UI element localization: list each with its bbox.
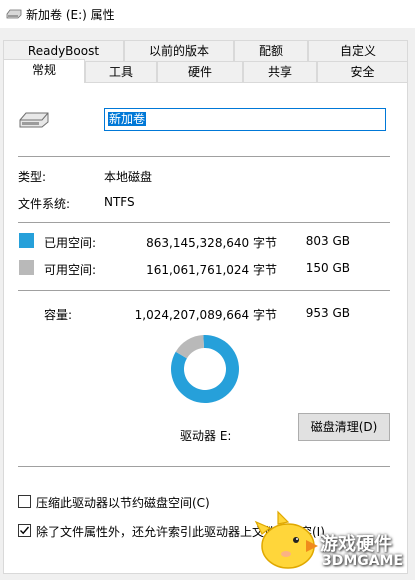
free-space-swatch (19, 260, 34, 275)
type-label: 类型: (18, 170, 47, 184)
drive-icon (18, 108, 50, 135)
index-checkbox[interactable] (18, 524, 31, 537)
capacity-bytes: 1,024,207,089,664 字节 (134, 308, 277, 322)
tab-row-back: ReadyBoost 以前的版本 配额 自定义 (0, 40, 415, 61)
drive-title-icon (6, 8, 22, 23)
separator (18, 466, 390, 467)
volume-name-text: 新加卷 (108, 112, 147, 126)
free-space-label: 可用空间: (44, 263, 97, 277)
separator (18, 290, 390, 291)
free-space-bytes: 161,061,761,024 字节 (146, 263, 277, 277)
filesystem-value: NTFS (104, 195, 135, 209)
disk-cleanup-button[interactable]: 磁盘清理(D) (298, 413, 390, 441)
title-bar: 新加卷 (E:) 属性 (0, 0, 415, 28)
volume-name-input[interactable]: 新加卷 (104, 108, 386, 131)
separator (18, 156, 390, 157)
tab-hardware[interactable]: 硬件 (157, 61, 243, 82)
separator (18, 222, 390, 223)
tab-row-front: 常规 工具 硬件 共享 安全 (0, 59, 415, 83)
used-space-label: 已用空间: (44, 236, 97, 250)
tab-customize[interactable]: 自定义 (308, 40, 408, 61)
compress-label: 压缩此驱动器以节约磁盘空间(C) (36, 496, 210, 510)
watermark-text-line2: 3DMGAME (322, 553, 404, 569)
drive-letter-label: 驱动器 E: (180, 429, 232, 443)
checkmark-icon (20, 526, 30, 535)
tab-previous-versions[interactable]: 以前的版本 (124, 40, 234, 61)
capacity-gb: 953 GB (305, 306, 350, 320)
used-space-swatch (19, 233, 34, 248)
window-title: 新加卷 (E:) 属性 (26, 8, 115, 22)
used-space-bytes: 863,145,328,640 字节 (146, 236, 277, 250)
tab-tools[interactable]: 工具 (85, 61, 157, 82)
disk-usage-chart (170, 335, 239, 403)
tab-quota[interactable]: 配额 (234, 40, 308, 61)
compress-checkbox[interactable] (18, 495, 31, 508)
filesystem-label: 文件系统: (18, 197, 71, 211)
type-value: 本地磁盘 (104, 170, 153, 184)
tab-readyboost[interactable]: ReadyBoost (3, 40, 124, 61)
tab-sharing[interactable]: 共享 (243, 61, 317, 82)
capacity-label: 容量: (44, 308, 73, 322)
free-space-gb: 150 GB (305, 261, 350, 275)
used-space-gb: 803 GB (305, 234, 350, 248)
tab-general[interactable]: 常规 (3, 59, 85, 83)
tab-security[interactable]: 安全 (317, 61, 408, 82)
